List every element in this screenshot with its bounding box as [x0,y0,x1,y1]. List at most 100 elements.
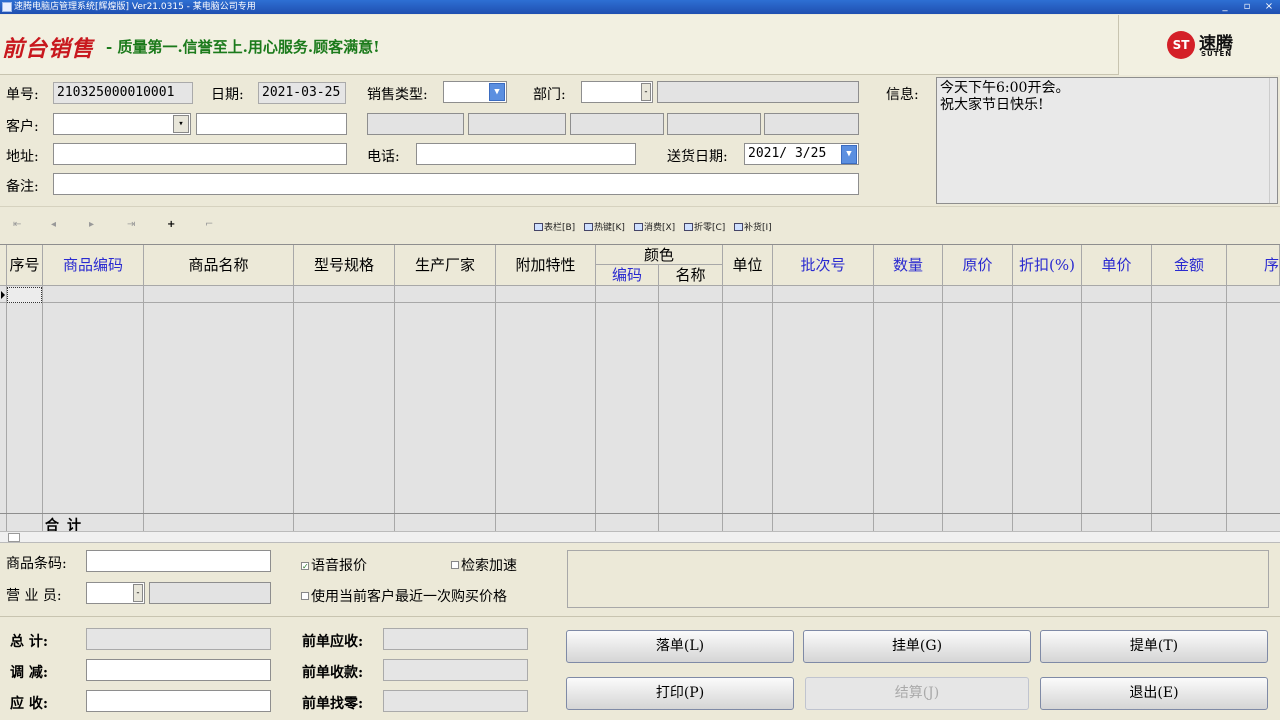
phone-field[interactable] [416,143,636,165]
clerk-label: 营 业 员: [6,588,62,604]
first-record-icon[interactable]: ⇤ [13,219,21,230]
maximize-button[interactable]: ▫ [1240,0,1254,14]
col-header-color-name[interactable]: 名称 [659,265,723,286]
retrieve-order-button[interactable]: 提单(T) [1040,630,1268,663]
info-line-2: 祝大家节日快乐! [940,97,1044,113]
header-corner [0,245,7,286]
prev-receivable-label: 前单应收: [302,634,364,650]
round-off-button[interactable]: 折零[C] [684,220,725,233]
keyboard-icon [584,223,593,231]
col-header-orig-price[interactable]: 原价 [943,245,1013,286]
col-header-discount[interactable]: 折扣(%) [1013,245,1082,286]
total-label: 总 计: [10,634,49,650]
next-record-icon[interactable]: ▸ [89,219,94,230]
col-header-color-code[interactable]: 编码 [596,265,659,286]
voice-price-checkbox[interactable]: ✓ 语音报价 [301,555,367,575]
window-controls: _ ▫ × [1218,0,1276,14]
post-order-button[interactable]: 落单(L) [566,630,794,663]
table-row[interactable] [0,286,1280,303]
consumption-icon [634,223,643,231]
grid-horizontal-scrollbar[interactable] [0,531,1280,543]
chevron-down-icon[interactable]: - [133,584,143,602]
col-header-code[interactable]: 商品编码 [43,245,144,286]
edit-record-icon[interactable]: ⌐ [205,219,213,230]
dept-select[interactable]: - [581,81,653,103]
info-line-1: 今天下午6:00开会。 [940,80,1070,96]
chevron-down-icon[interactable]: - [641,83,651,101]
col-header-seq[interactable]: 序号 [7,245,43,286]
round-off-button-label: 折零[C] [694,223,726,233]
table-icon [534,223,543,231]
col-header-amount[interactable]: 金额 [1152,245,1227,286]
status-message-area [567,550,1269,608]
checkbox-icon: ✓ [301,562,309,571]
restock-button-label: 补货[I] [744,223,772,233]
prev-receivable-field [383,628,528,650]
page-title: 前台销售 [2,36,95,62]
chevron-down-icon[interactable]: ▾ [173,115,189,133]
col-header-unit[interactable]: 单位 [723,245,773,286]
address-field[interactable] [53,143,347,165]
col-header-extra[interactable]: 附加特性 [496,245,596,286]
col-header-name[interactable]: 商品名称 [144,245,294,286]
sales-item-grid[interactable]: 序号 商品编码 商品名称 型号规格 生产厂家 附加特性 颜色 编码 名称 单位 … [0,244,1280,531]
customer-name-field[interactable] [196,113,347,135]
customer-select[interactable]: ▾ [53,113,191,135]
voice-price-label: 语音报价 [311,558,367,574]
order-no-field[interactable]: 210325000010001 [53,82,193,104]
print-button[interactable]: 打印(P) [566,677,794,710]
grid-icon [684,223,693,231]
scrollbar-thumb[interactable] [8,533,20,542]
total-row-label: 合计 [45,518,89,531]
prev-record-icon[interactable]: ◂ [51,219,56,230]
col-header-maker[interactable]: 生产厂家 [395,245,496,286]
last-price-checkbox[interactable]: 使用当前客户最近一次购买价格 [301,586,507,606]
date-field[interactable]: 2021-03-25 [258,82,346,104]
col-header-qty[interactable]: 数量 [874,245,943,286]
col-header-color[interactable]: 颜色 [596,245,723,265]
col-header-batch[interactable]: 批次号 [773,245,874,286]
customer-extra-field-3 [570,113,664,135]
col-header-unit-price[interactable]: 单价 [1082,245,1152,286]
col-header-serial[interactable]: 序 [1227,245,1280,286]
note-field[interactable] [53,173,859,195]
hotkey-button[interactable]: 热键[K] [584,220,625,233]
address-label: 地址: [6,149,39,165]
last-record-icon[interactable]: ⇥ [127,219,135,230]
close-button[interactable]: × [1262,0,1276,14]
dept-name-field [657,81,859,103]
receivable-field[interactable] [86,690,271,712]
sale-type-select[interactable]: ▼ [443,81,507,103]
logo-subtext: SUTEN [1201,50,1233,58]
info-message-box[interactable]: 今天下午6:00开会。 祝大家节日快乐! [936,77,1278,204]
prev-change-field [383,690,528,712]
hotkey-button-label: 热键[K] [594,223,625,233]
delivery-date-picker[interactable]: 2021/ 3/25 ▼ [744,143,859,165]
company-logo: ST 速腾 SUTEN [1118,15,1280,75]
selected-cell[interactable] [7,287,42,303]
restock-button[interactable]: 补货[I] [734,220,772,233]
clerk-select[interactable]: - [86,582,145,604]
receivable-label: 应 收: [10,696,49,712]
chevron-down-icon[interactable]: ▼ [841,145,857,164]
chevron-down-icon[interactable]: ▼ [489,83,505,101]
barcode-field[interactable] [86,550,271,572]
total-field [86,628,271,650]
settle-button[interactable]: 结算(J) [805,677,1029,710]
columns-button[interactable]: 表栏[B] [534,220,575,233]
last-price-label: 使用当前客户最近一次购买价格 [311,589,507,605]
window-title: 速腾电脑店管理系统[辉煌版] Ver21.0315 - 某电脑公司专用 [14,2,256,12]
section-divider [0,616,1280,617]
fast-search-checkbox[interactable]: 检索加速 [451,555,517,575]
minimize-button[interactable]: _ [1218,0,1232,14]
customer-extra-field-1 [367,113,464,135]
hold-order-button[interactable]: 挂单(G) [803,630,1031,663]
consumption-button[interactable]: 消费[X] [634,220,675,233]
col-header-spec[interactable]: 型号规格 [294,245,395,286]
adjust-field[interactable] [86,659,271,681]
info-scrollbar[interactable] [1269,78,1277,203]
delivery-date-label: 送货日期: [667,149,728,165]
add-record-icon[interactable]: + [167,219,175,230]
window-titlebar: 速腾电脑店管理系统[辉煌版] Ver21.0315 - 某电脑公司专用 _ ▫ … [0,0,1280,14]
exit-button[interactable]: 退出(E) [1040,677,1268,710]
